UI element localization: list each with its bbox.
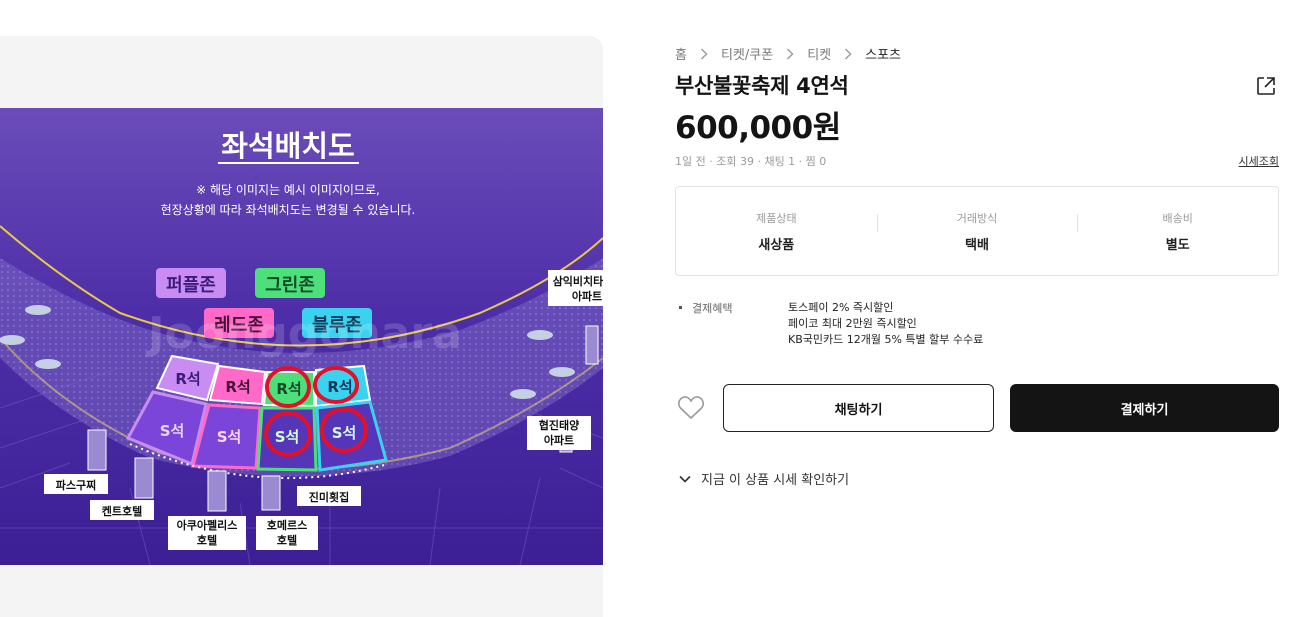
seat-map-title: 좌석배치도 — [221, 129, 354, 163]
heart-icon[interactable] — [677, 395, 705, 421]
benefit-list: 토스페이 2% 즉시할인 페이코 최대 2만원 즉시할인 KB국민카드 12개월… — [788, 300, 983, 348]
chevron-right-icon — [844, 48, 852, 60]
product-image-panel[interactable]: 좌석배치도 ※ 해당 이미지는 예시 이미지이므로, 현장상황에 따라 좌석배치… — [0, 36, 603, 617]
info-condition-value: 새상품 — [758, 237, 795, 253]
info-trade-method-value: 택배 — [965, 237, 989, 253]
landmark-jinmi: 진미횟집 — [309, 490, 349, 504]
landmark-homeros-2: 호텔 — [277, 533, 297, 547]
product-meta: 1일 전 · 조회 39 · 채팅 1 · 찜 0 — [675, 155, 827, 168]
title-underline — [218, 162, 359, 164]
breadcrumb: 홈 티켓/쿠폰 티켓 스포츠 — [675, 44, 901, 63]
breadcrumb-home[interactable]: 홈 — [675, 44, 687, 63]
info-condition: 제품상태 새상품 — [676, 210, 877, 253]
pay-button[interactable]: 결제하기 — [1010, 384, 1279, 432]
seat-s-red: S석 — [217, 428, 242, 446]
seat-r-red: R석 — [225, 378, 250, 396]
landmark-hyupjin-2: 아파트 — [544, 433, 574, 447]
product-price: 600,000원 — [675, 110, 841, 146]
seat-r-green: R석 — [276, 380, 301, 398]
landmark-hyupjin-1: 협진태양 — [539, 418, 579, 432]
landmark-pasta: 파스구찌 — [56, 478, 96, 492]
breadcrumb-sports[interactable]: 스포츠 — [865, 44, 901, 63]
landmark-kent: 켄트호텔 — [102, 504, 142, 518]
info-trade-method: 거래방식 택배 — [876, 210, 1078, 253]
seat-map-notice-1: ※ 해당 이미지는 예시 이미지이므로, — [196, 183, 380, 197]
chevron-down-icon — [679, 475, 691, 483]
breadcrumb-ticket-coupon[interactable]: 티켓/쿠폰 — [721, 44, 773, 63]
info-condition-label: 제품상태 — [756, 211, 797, 225]
zone-purple-label: 퍼플존 — [166, 275, 216, 296]
payment-benefit: 결제혜택 토스페이 2% 즉시할인 페이코 최대 2만원 즉시할인 KB국민카드… — [679, 300, 983, 348]
market-price-toggle[interactable]: 지금 이 상품 시세 확인하기 — [679, 469, 849, 488]
watermark-text: Joonggonara — [145, 308, 462, 359]
seat-s-green: S석 — [275, 428, 300, 446]
benefit-item: 페이코 최대 2만원 즉시할인 — [788, 317, 917, 330]
landmark-samik-2: 아파트 — [572, 289, 602, 303]
seat-s-blue: S석 — [332, 424, 357, 442]
market-price-toggle-label: 지금 이 상품 시세 확인하기 — [701, 473, 850, 488]
chevron-right-icon — [700, 48, 708, 60]
chevron-right-icon — [786, 48, 794, 60]
info-shipping: 배송비 별도 — [1077, 210, 1278, 253]
chat-button[interactable]: 채팅하기 — [723, 384, 994, 432]
share-icon[interactable] — [1255, 75, 1277, 97]
seat-map-notice-2: 현장상황에 따라 좌석배치도는 변경될 수 있습니다. — [161, 203, 416, 217]
breadcrumb-ticket[interactable]: 티켓 — [807, 44, 831, 63]
landmark-samik-1: 삼익비치타 — [553, 274, 603, 288]
price-check-link[interactable]: 시세조회 — [1239, 153, 1279, 169]
landmark-aqua-1: 아쿠아펠리스 — [177, 518, 238, 532]
bullet-icon — [679, 306, 682, 309]
benefit-label: 결제혜택 — [692, 302, 733, 315]
product-info-box: 제품상태 새상품 거래방식 택배 배송비 별도 — [675, 186, 1279, 276]
seat-s-purple: S석 — [160, 422, 185, 440]
seat-map-image: 좌석배치도 ※ 해당 이미지는 예시 이미지이므로, 현장상황에 따라 좌석배치… — [0, 108, 603, 565]
seat-r-blue: R석 — [327, 378, 352, 396]
landmark-homeros-1: 호메르스 — [267, 518, 307, 532]
seat-r-purple: R석 — [175, 370, 200, 388]
benefit-item: KB국민카드 12개월 5% 특별 할부 수수료 — [788, 333, 984, 346]
product-title: 부산불꽃축제 4연석 — [675, 74, 849, 98]
info-shipping-value: 별도 — [1165, 237, 1190, 253]
zone-green-label: 그린존 — [265, 275, 315, 296]
info-trade-method-label: 거래방식 — [956, 211, 998, 225]
landmark-aqua-2: 호텔 — [197, 533, 217, 547]
benefit-item: 토스페이 2% 즉시할인 — [788, 301, 894, 314]
info-shipping-label: 배송비 — [1162, 211, 1193, 225]
